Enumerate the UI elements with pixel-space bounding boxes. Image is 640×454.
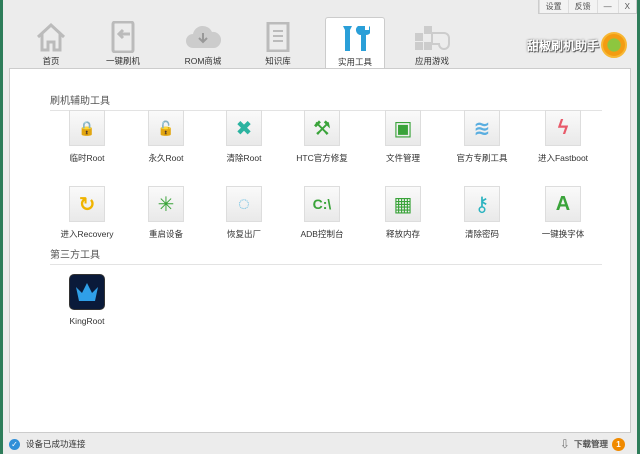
tab-rom-store[interactable]: ROM商城 bbox=[173, 17, 233, 68]
tab-label: ROM商城 bbox=[184, 56, 222, 66]
phone-flash-icon bbox=[93, 21, 153, 53]
tab-label: 首页 bbox=[42, 56, 60, 66]
tool-label: 恢复出厂 bbox=[226, 229, 261, 239]
tool-kingroot[interactable]: KingRoot bbox=[48, 274, 126, 326]
tool-label: 文件管理 bbox=[385, 153, 420, 163]
feedback-button[interactable]: 反馈 bbox=[567, 0, 597, 13]
tool-icon: ▣ bbox=[385, 110, 421, 146]
download-tray-icon: ⇩ bbox=[559, 437, 570, 451]
tab-label: 实用工具 bbox=[337, 57, 372, 67]
tool-item[interactable]: ◌ 恢复出厂 bbox=[205, 186, 283, 240]
brand-name: 甜椒刷机助手 bbox=[526, 38, 599, 53]
tool-item[interactable]: 🔓 永久Root bbox=[127, 110, 205, 164]
tool-icon: 🔓 bbox=[148, 110, 184, 146]
tool-icon: ⚷ bbox=[464, 186, 500, 222]
tool-icon: ϟ bbox=[545, 110, 581, 146]
connection-status: 设备已成功连接 bbox=[26, 439, 86, 449]
tab-one-click-flash[interactable]: 一键刷机 bbox=[93, 17, 153, 68]
tool-item[interactable]: ✳ 重启设备 bbox=[127, 186, 205, 240]
tools-icon bbox=[326, 22, 384, 54]
tool-icon: 🔒 bbox=[69, 110, 105, 146]
tool-label: 进入Recovery bbox=[60, 229, 114, 239]
tool-label: 释放内存 bbox=[385, 229, 420, 239]
tool-icon: A bbox=[545, 186, 581, 222]
tab-knowledge[interactable]: 知识库 bbox=[248, 17, 308, 68]
settings-button[interactable]: 设置 bbox=[538, 0, 568, 13]
tool-icon: ✖ bbox=[226, 110, 262, 146]
tool-item[interactable]: ✖ 清除Root bbox=[205, 110, 283, 164]
tool-icon: ≋ bbox=[464, 110, 500, 146]
section-flash-tools: 刷机辅助工具 bbox=[50, 92, 602, 111]
tool-label: 临时Root bbox=[69, 153, 105, 163]
logo-ball-icon bbox=[601, 32, 627, 58]
tool-item[interactable]: ⚷ 清除密码 bbox=[443, 186, 521, 240]
tool-icon: ⚒ bbox=[304, 110, 340, 146]
tab-label: 应用游戏 bbox=[414, 56, 449, 66]
tool-item[interactable]: ▦ 释放内存 bbox=[364, 186, 442, 240]
tool-icon: ✳ bbox=[148, 186, 184, 222]
brand-logo: 甜椒刷机助手 bbox=[527, 32, 627, 58]
tool-label: 官方专刷工具 bbox=[456, 153, 508, 163]
tool-item[interactable]: ⚒ HTC官方修复 bbox=[283, 110, 361, 164]
tool-label: KingRoot bbox=[69, 316, 105, 326]
tool-icon: C:\ bbox=[304, 186, 340, 222]
home-icon bbox=[21, 21, 81, 53]
close-button[interactable]: X bbox=[617, 0, 636, 13]
tool-label: 重启设备 bbox=[148, 229, 183, 239]
tool-item[interactable]: ▣ 文件管理 bbox=[364, 110, 442, 164]
tool-icon: ▦ bbox=[385, 186, 421, 222]
tab-label: 知识库 bbox=[265, 56, 291, 66]
minimize-button[interactable]: — bbox=[596, 0, 618, 13]
tool-icon: ◌ bbox=[226, 186, 262, 222]
tool-item[interactable]: 🔒 临时Root bbox=[48, 110, 126, 164]
app-window: 设置 反馈 — X 首页 一键刷机 ROM商城 知识库 实用工具 应用游戏 甜椒… bbox=[3, 0, 637, 454]
download-label: 下载管理 bbox=[573, 439, 608, 449]
check-icon: ✓ bbox=[9, 438, 20, 450]
gamepad-icon bbox=[402, 21, 462, 53]
tab-label: 一键刷机 bbox=[105, 56, 140, 66]
kingroot-crown-icon bbox=[69, 274, 105, 310]
tool-icon: ↻ bbox=[69, 186, 105, 222]
download-count-badge: 1 bbox=[612, 437, 625, 451]
tool-label: 清除密码 bbox=[464, 229, 499, 239]
download-manager-button[interactable]: ⇩ 下载管理 1 bbox=[560, 437, 625, 451]
tool-item[interactable]: ϟ 进入Fastboot bbox=[524, 110, 602, 164]
window-controls: 设置 反馈 — X bbox=[537, 0, 637, 14]
tab-home[interactable]: 首页 bbox=[21, 17, 81, 68]
tool-label: ADB控制台 bbox=[300, 229, 344, 239]
tool-item[interactable]: C:\ ADB控制台 bbox=[283, 186, 361, 240]
tool-label: 清除Root bbox=[226, 153, 262, 163]
section-third-party: 第三方工具 bbox=[50, 246, 602, 265]
tool-item[interactable]: ↻ 进入Recovery bbox=[48, 186, 126, 240]
tab-apps-games[interactable]: 应用游戏 bbox=[402, 17, 462, 68]
cloud-download-icon bbox=[173, 21, 233, 53]
tool-label: HTC官方修复 bbox=[296, 153, 348, 163]
tool-label: 一键换字体 bbox=[541, 229, 585, 239]
tool-label: 进入Fastboot bbox=[537, 153, 589, 163]
tool-item[interactable]: ≋ 官方专刷工具 bbox=[443, 110, 521, 164]
status-bar: ✓ 设备已成功连接 ⇩ 下载管理 1 bbox=[3, 434, 637, 454]
tools-panel: 刷机辅助工具 🔒 临时Root 🔓 永久Root ✖ 清除Root ⚒ HTC官方修复 ▣ 文件管… bbox=[9, 68, 631, 433]
tab-utilities[interactable]: 实用工具 bbox=[325, 17, 385, 68]
tool-item[interactable]: A 一键换字体 bbox=[524, 186, 602, 240]
document-icon bbox=[248, 21, 308, 53]
tool-label: 永久Root bbox=[148, 153, 184, 163]
